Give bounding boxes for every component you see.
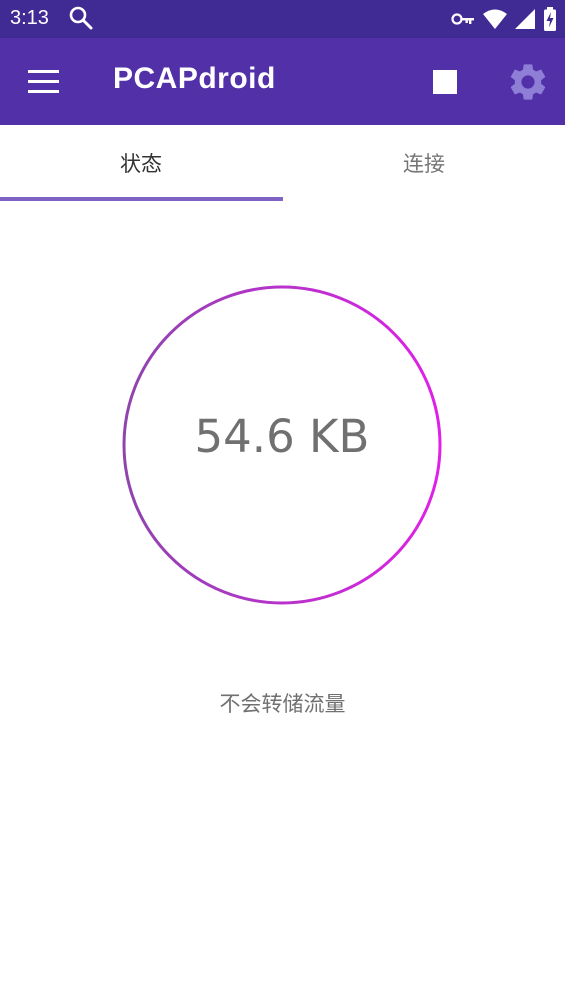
hamburger-menu-icon xyxy=(28,70,59,93)
gear-icon xyxy=(510,64,546,100)
stop-icon xyxy=(433,70,457,94)
battery-charging-icon xyxy=(544,7,556,31)
vpn-key-icon xyxy=(451,13,474,25)
tab-indicator xyxy=(0,197,283,201)
dump-status-text: 不会转储流量 xyxy=(219,692,346,716)
tab-connections-label: 连接 xyxy=(403,152,445,176)
traffic-total-value: 54.6 KB xyxy=(194,410,370,463)
settings-button[interactable] xyxy=(506,60,550,104)
wifi-icon xyxy=(483,9,507,29)
status-bar: 3:13 xyxy=(0,0,565,38)
status-icons xyxy=(451,6,557,32)
tab-bar: 状态 连接 xyxy=(0,125,565,201)
stop-capture-button[interactable] xyxy=(424,60,468,104)
app-title: PCAPdroid xyxy=(113,62,276,95)
app-bar: PCAPdroid xyxy=(0,38,565,125)
status-time: 3:13 xyxy=(10,7,49,29)
menu-button[interactable] xyxy=(22,64,66,100)
search-icon xyxy=(69,6,93,30)
tab-status-label: 状态 xyxy=(120,152,162,176)
signal-icon xyxy=(515,9,535,29)
tab-connections[interactable]: 连接 xyxy=(283,125,565,201)
tab-status[interactable]: 状态 xyxy=(0,125,282,201)
